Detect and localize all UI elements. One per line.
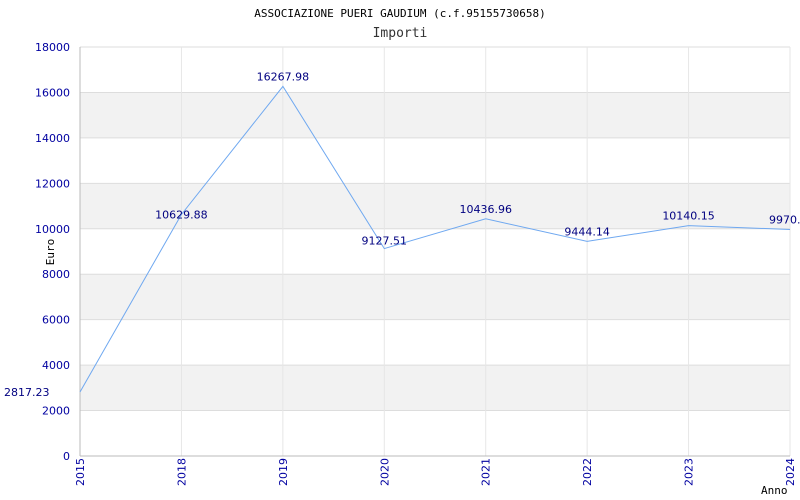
y-tick-label: 8000 xyxy=(42,268,70,281)
y-tick-label: 4000 xyxy=(42,359,70,372)
x-tick-label: 2020 xyxy=(378,458,391,486)
y-tick-label: 0 xyxy=(63,450,70,463)
y-tick-label: 6000 xyxy=(42,314,70,327)
data-label: 10436.96 xyxy=(459,203,512,216)
x-tick-label: 2021 xyxy=(480,458,493,486)
data-label: 10629.88 xyxy=(155,208,208,221)
y-tick-label: 18000 xyxy=(35,41,70,54)
y-axis-label: Euro xyxy=(44,239,57,266)
data-label: 16267.98 xyxy=(257,70,310,83)
line-chart: 0 2000 4000 6000 8000 10000 12000 14000 16000 180… xyxy=(4,7,800,497)
x-tick-label: 2024 xyxy=(784,458,797,486)
y-tick-label: 2000 xyxy=(42,405,70,418)
data-label: 9127.51 xyxy=(362,235,408,248)
x-tick-label: 2015 xyxy=(74,458,87,486)
chart-subtitle: Importi xyxy=(373,26,428,41)
x-axis-label: Anno xyxy=(761,484,788,497)
grid-band xyxy=(80,365,790,411)
x-tick-label: 2018 xyxy=(175,458,188,486)
chart-title: ASSOCIAZIONE PUERI GAUDIUM (c.f.95155730… xyxy=(254,7,545,20)
x-tick-labels: 2015 2018 2019 2020 2021 2022 2023 2024 xyxy=(74,458,797,486)
y-tick-label: 10000 xyxy=(35,223,70,236)
data-label: 2817.23 xyxy=(4,386,50,399)
data-label: 9444.14 xyxy=(564,225,610,238)
grid-bands xyxy=(80,92,790,411)
y-tick-label: 14000 xyxy=(35,132,70,145)
grid-band xyxy=(80,92,790,138)
data-label: 10140.15 xyxy=(662,210,715,223)
data-label: 9970.1 xyxy=(769,213,800,226)
y-tick-label: 16000 xyxy=(35,86,70,99)
grid-band xyxy=(80,274,790,320)
x-tick-label: 2023 xyxy=(683,458,696,486)
y-tick-label: 12000 xyxy=(35,177,70,190)
x-tick-label: 2019 xyxy=(277,458,290,486)
x-tick-label: 2022 xyxy=(581,458,594,486)
